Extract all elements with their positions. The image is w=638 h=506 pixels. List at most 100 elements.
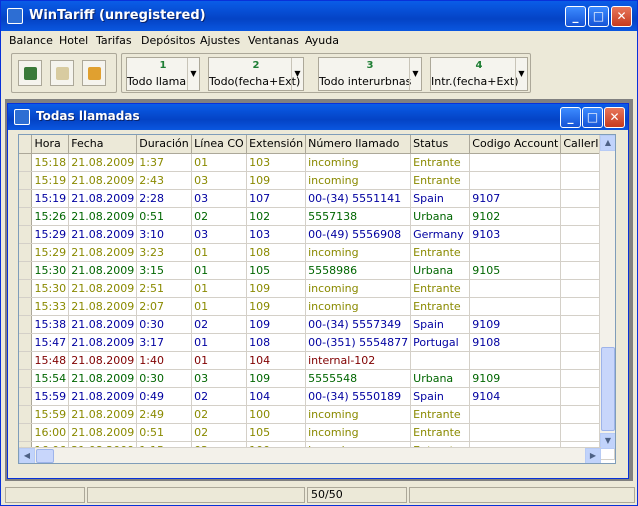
table-cell[interactable]: 9109 — [469, 315, 562, 334]
table-cell[interactable]: internal-102 — [305, 351, 412, 370]
row-indicator[interactable] — [19, 189, 33, 208]
column-header[interactable]: Codigo Account — [469, 135, 562, 154]
table-cell[interactable]: 0:30 — [136, 315, 193, 334]
child-minimize-button[interactable]: _ — [560, 107, 581, 128]
table-cell[interactable]: 21.08.2009 — [68, 171, 138, 190]
table-cell[interactable]: 01 — [191, 261, 248, 280]
refresh-button[interactable] — [18, 60, 42, 86]
table-cell[interactable]: 01 — [191, 243, 248, 262]
menu-ayuda[interactable]: Ayuda — [305, 34, 339, 47]
table-row[interactable]: 15:29 21.08.2009 3:23 01 108 incoming Entrante — [19, 243, 615, 262]
intr-fecha-ext-button[interactable]: 4 Intr.(fecha+Ext) ▼ — [430, 57, 528, 91]
table-cell[interactable]: Entrante — [410, 423, 471, 442]
table-cell[interactable]: 15:30 — [31, 279, 70, 298]
table-cell[interactable]: 103 — [246, 153, 307, 172]
table-cell[interactable]: 3:17 — [136, 333, 193, 352]
row-indicator[interactable] — [19, 387, 33, 406]
table-cell[interactable]: Spain — [410, 189, 471, 208]
table-cell[interactable]: 15:26 — [31, 207, 70, 226]
table-cell[interactable]: 01 — [191, 297, 248, 316]
horizontal-scrollbar[interactable]: ◀ ▶ — [19, 447, 601, 463]
table-cell[interactable]: 0:51 — [136, 423, 193, 442]
table-cell[interactable]: Entrante — [410, 153, 471, 172]
table-cell[interactable]: 15:29 — [31, 243, 70, 262]
column-header[interactable]: Extensión — [246, 135, 307, 154]
chevron-down-icon[interactable]: ▼ — [515, 58, 527, 90]
table-cell[interactable]: 5557138 — [305, 207, 412, 226]
table-row[interactable]: 15:30 21.08.2009 3:15 01 105 5558986 Urbana 910… — [19, 261, 615, 280]
menu-depositos[interactable]: Depósitos — [141, 34, 196, 47]
child-close-button[interactable]: ✕ — [604, 107, 625, 128]
table-cell[interactable]: 2:43 — [136, 171, 193, 190]
table-cell[interactable]: 109 — [246, 171, 307, 190]
table-cell[interactable]: incoming — [305, 405, 412, 424]
table-cell[interactable]: 9103 — [469, 225, 562, 244]
table-cell[interactable]: Urbana — [410, 261, 471, 280]
scroll-up-icon[interactable]: ▲ — [600, 135, 615, 151]
row-indicator[interactable] — [19, 153, 33, 172]
table-cell[interactable]: 9109 — [469, 369, 562, 388]
table-cell[interactable]: incoming — [305, 279, 412, 298]
table-cell[interactable]: 21.08.2009 — [68, 405, 138, 424]
todo-fecha-ext-button[interactable]: 2 Todo(fecha+Ext) ▼ — [208, 57, 304, 91]
table-cell[interactable]: 9108 — [469, 333, 562, 352]
table-cell[interactable]: Spain — [410, 315, 471, 334]
table-row[interactable]: 15:19 21.08.2009 2:43 03 109 incoming Entrante — [19, 171, 615, 190]
table-cell[interactable]: 02 — [191, 387, 248, 406]
chevron-down-icon[interactable]: ▼ — [409, 58, 421, 90]
table-cell[interactable]: 01 — [191, 351, 248, 370]
table-row[interactable]: 15:54 21.08.2009 0:30 03 109 5555548 Urbana 910… — [19, 369, 615, 388]
calls-grid[interactable]: Hora Fecha Duración Línea CO Extensión N… — [18, 134, 616, 464]
column-header[interactable]: Duración — [136, 135, 193, 154]
table-cell[interactable]: 109 — [246, 369, 307, 388]
table-cell[interactable]: 9104 — [469, 387, 562, 406]
table-row[interactable]: 15:38 21.08.2009 0:30 02 109 00-(34) 5557349 S… — [19, 315, 615, 334]
table-cell[interactable]: 15:19 — [31, 189, 70, 208]
table-cell[interactable]: 21.08.2009 — [68, 261, 138, 280]
calls-window-title-bar[interactable]: Todas llamadas _ □ ✕ — [8, 104, 628, 130]
table-cell[interactable]: 00-(34) 5557349 — [305, 315, 412, 334]
row-indicator[interactable] — [19, 351, 33, 370]
table-row[interactable]: 15:18 21.08.2009 1:37 01 103 incoming Entrante — [19, 153, 615, 172]
table-cell[interactable] — [469, 153, 562, 172]
table-cell[interactable]: 3:15 — [136, 261, 193, 280]
table-cell[interactable] — [469, 423, 562, 442]
menu-balance[interactable]: Balance — [9, 34, 53, 47]
table-cell[interactable]: 15:47 — [31, 333, 70, 352]
table-cell[interactable]: 100 — [246, 405, 307, 424]
table-cell[interactable]: 00-(49) 5556908 — [305, 225, 412, 244]
table-cell[interactable]: incoming — [305, 297, 412, 316]
table-cell[interactable]: 21.08.2009 — [68, 351, 138, 370]
table-cell[interactable]: 15:59 — [31, 387, 70, 406]
column-header[interactable]: Hora — [31, 135, 70, 154]
table-cell[interactable]: 21.08.2009 — [68, 189, 138, 208]
table-cell[interactable]: 3:23 — [136, 243, 193, 262]
table-cell[interactable]: 108 — [246, 243, 307, 262]
table-cell[interactable]: 15:29 — [31, 225, 70, 244]
table-cell[interactable]: 104 — [246, 387, 307, 406]
column-header[interactable]: Número llamado — [305, 135, 412, 154]
close-button[interactable]: ✕ — [611, 6, 632, 27]
table-cell[interactable]: 21.08.2009 — [68, 243, 138, 262]
scroll-right-icon[interactable]: ▶ — [585, 448, 601, 463]
table-cell[interactable]: 21.08.2009 — [68, 387, 138, 406]
table-cell[interactable]: 03 — [191, 225, 248, 244]
table-cell[interactable]: 103 — [246, 225, 307, 244]
table-cell[interactable]: 1:37 — [136, 153, 193, 172]
table-cell[interactable]: 109 — [246, 279, 307, 298]
table-cell[interactable]: 15:19 — [31, 171, 70, 190]
table-cell[interactable]: 109 — [246, 297, 307, 316]
table-cell[interactable]: Entrante — [410, 405, 471, 424]
scroll-left-icon[interactable]: ◀ — [19, 448, 35, 463]
table-row[interactable]: 15:29 21.08.2009 3:10 03 103 00-(49) 5556908 G… — [19, 225, 615, 244]
maximize-button[interactable]: □ — [588, 6, 609, 27]
row-indicator[interactable] — [19, 333, 33, 352]
table-cell[interactable]: 107 — [246, 189, 307, 208]
menu-ajustes[interactable]: Ajustes — [200, 34, 240, 47]
horizontal-scroll-thumb[interactable] — [36, 449, 54, 463]
table-cell[interactable] — [410, 351, 471, 370]
table-cell[interactable]: 21.08.2009 — [68, 333, 138, 352]
table-cell[interactable]: 03 — [191, 189, 248, 208]
table-cell[interactable] — [469, 297, 562, 316]
table-row[interactable]: 15:59 21.08.2009 2:49 02 100 incoming Entrante — [19, 405, 615, 424]
